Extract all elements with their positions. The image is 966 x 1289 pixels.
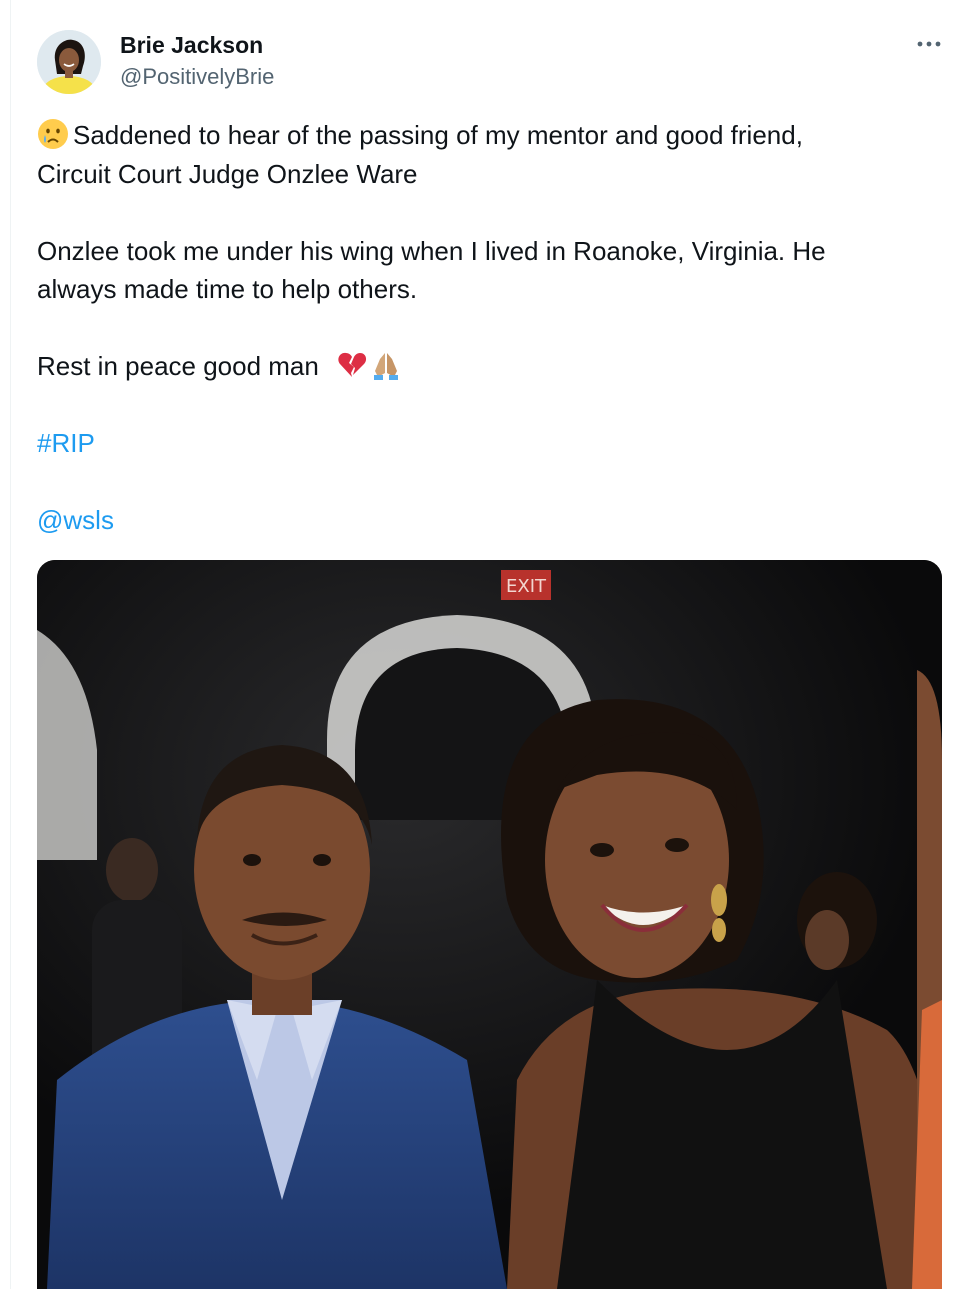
tweet-line-1: Saddened to hear of the passing of my me…	[73, 120, 803, 150]
profile-photo	[37, 30, 101, 94]
folded-hands-emoji	[370, 349, 402, 392]
tweet-text: Saddened to hear of the passing of my me…	[37, 116, 937, 540]
hashtag-link[interactable]: #RIP	[37, 428, 95, 458]
author-handle[interactable]: @PositivelyBrie	[120, 64, 274, 90]
exit-sign-text: EXIT	[506, 576, 547, 597]
tweet-card[interactable]: Brie Jackson @PositivelyBrie Saddened to…	[10, 0, 966, 1289]
broken-heart-emoji	[336, 349, 368, 392]
tweet-line-2: Circuit Court Judge Onzlee Ware	[37, 158, 418, 189]
avatar[interactable]	[37, 30, 101, 94]
tweet-line-5: Rest in peace good man	[37, 351, 319, 381]
more-horizontal-icon[interactable]	[914, 34, 944, 54]
tweet-line-3: Onzlee took me under his wing when I liv…	[37, 235, 826, 266]
tweet-line-4: always made time to help others.	[37, 274, 418, 304]
mention-link[interactable]: @wsls	[37, 505, 114, 535]
event-photo: EXIT	[37, 560, 942, 1289]
author-name[interactable]: Brie Jackson	[120, 32, 263, 59]
tweet-photo[interactable]: EXIT	[37, 560, 942, 1289]
